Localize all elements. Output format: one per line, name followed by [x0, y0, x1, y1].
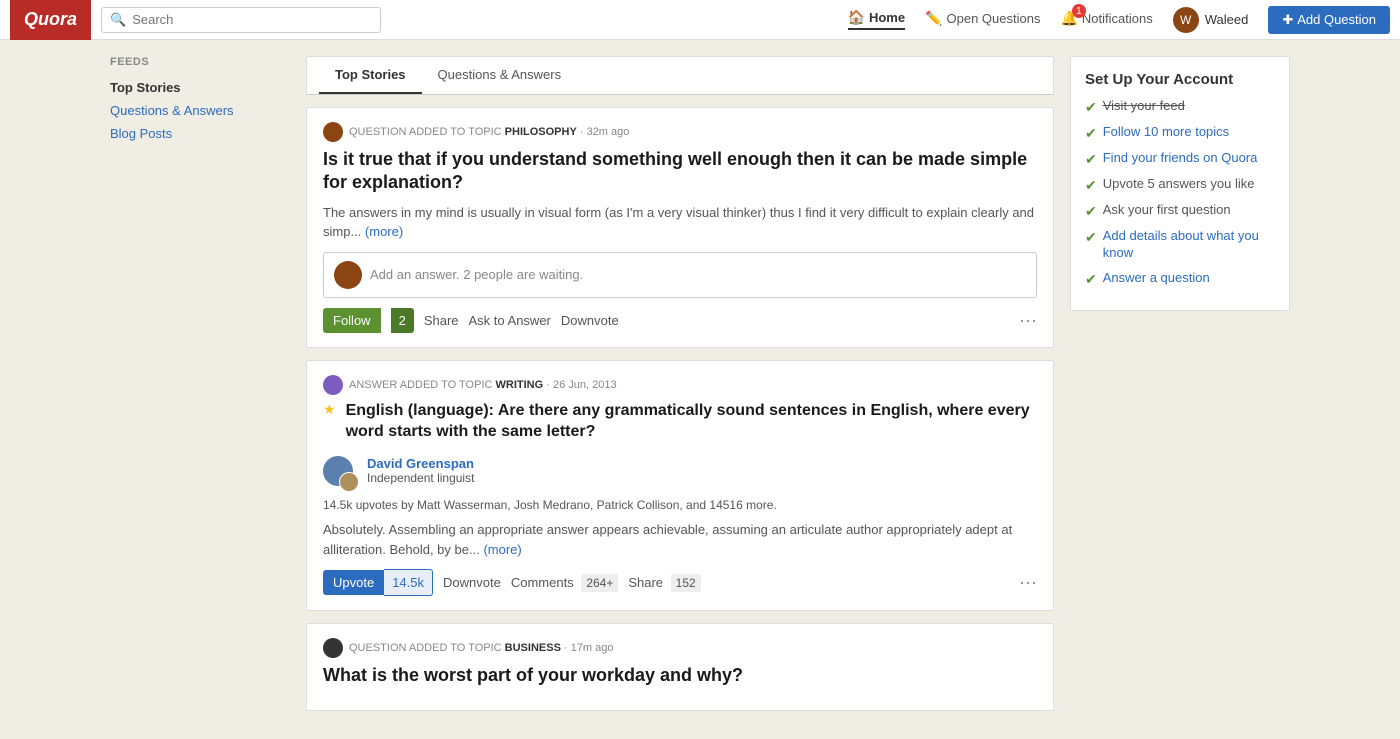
- star-icon: ★: [323, 401, 336, 418]
- user-menu[interactable]: W Waleed: [1173, 7, 1249, 33]
- comments-link-2[interactable]: Comments 264+: [511, 575, 619, 590]
- add-question-button[interactable]: ✚ Add Question: [1268, 6, 1390, 34]
- nav-notifications[interactable]: 🔔 1 Notifications: [1060, 10, 1152, 29]
- pencil-icon: ✏️: [925, 10, 942, 27]
- upvote-button-2[interactable]: Upvote: [323, 570, 384, 595]
- search-icon: 🔍: [110, 12, 126, 28]
- notification-badge: 1: [1072, 4, 1086, 18]
- answer-placeholder: Add an answer. 2 people are waiting.: [370, 267, 583, 282]
- account-item-label-4: Ask your first question: [1103, 202, 1231, 219]
- account-item-0: ✔ Visit your feed: [1085, 98, 1275, 116]
- post-card-2: ANSWER ADDED TO TOPIC WRITING · 26 Jun, …: [306, 360, 1054, 612]
- nav-home[interactable]: 🏠 Home: [848, 9, 906, 30]
- check-icon-2: ✔: [1085, 151, 1097, 168]
- post-avatar-1: [323, 122, 343, 142]
- navbar-links: 🏠 Home ✏️ Open Questions 🔔 1 Notificatio…: [848, 6, 1391, 34]
- upvote-group: Upvote 14.5k: [323, 569, 433, 596]
- ask-to-answer-link-1[interactable]: Ask to Answer: [469, 313, 551, 328]
- post-actions-2: Upvote 14.5k Downvote Comments 264+ Shar…: [323, 569, 1037, 596]
- post-meta-2: ANSWER ADDED TO TOPIC WRITING · 26 Jun, …: [323, 375, 1037, 395]
- post-actions-1: Follow 2 Share Ask to Answer Downvote ···: [323, 308, 1037, 333]
- more-options-2[interactable]: ···: [1019, 572, 1037, 593]
- answer-input-area[interactable]: Add an answer. 2 people are waiting.: [323, 252, 1037, 298]
- post-more-link-1[interactable]: (more): [365, 224, 403, 239]
- account-item-4[interactable]: ✔ Ask your first question: [1085, 202, 1275, 220]
- post-avatar-3: [323, 638, 343, 658]
- check-icon-5: ✔: [1085, 229, 1097, 246]
- post-title-3[interactable]: What is the worst part of your workday a…: [323, 664, 1037, 687]
- downvote-link-2[interactable]: Downvote: [443, 575, 501, 590]
- post-more-link-2[interactable]: (more): [483, 542, 521, 557]
- check-icon-0: ✔: [1085, 99, 1097, 116]
- account-item-label-5: Add details about what you know: [1103, 228, 1275, 262]
- account-item-label-2: Find your friends on Quora: [1103, 150, 1258, 167]
- search-input[interactable]: [132, 12, 372, 27]
- account-item-label-3: Upvote 5 answers you like: [1103, 176, 1255, 193]
- check-icon-6: ✔: [1085, 271, 1097, 288]
- plus-icon: ✚: [1282, 12, 1293, 28]
- more-options-1[interactable]: ···: [1019, 310, 1037, 331]
- navbar: Quora 🔍 🏠 Home ✏️ Open Questions 🔔 1 Not…: [0, 0, 1400, 40]
- post-excerpt-2: Absolutely. Assembling an appropriate an…: [323, 520, 1037, 559]
- post-card-1: QUESTION ADDED TO TOPIC PHILOSOPHY · 32m…: [306, 107, 1054, 348]
- feed: Top Stories Questions & Answers QUESTION…: [306, 56, 1054, 723]
- follow-button-1[interactable]: Follow: [323, 308, 381, 333]
- sidebar-item-blog-posts[interactable]: Blog Posts: [110, 122, 290, 145]
- account-item-2[interactable]: ✔ Find your friends on Quora: [1085, 150, 1275, 168]
- author-avatar-stack: [323, 456, 359, 492]
- share-link-2[interactable]: Share 152: [628, 575, 700, 590]
- sidebar: FEEDS Top Stories Questions & Answers Bl…: [110, 56, 290, 723]
- account-item-label-0: Visit your feed: [1103, 98, 1185, 115]
- upvote-count-2[interactable]: 14.5k: [384, 569, 433, 596]
- feed-tabs: Top Stories Questions & Answers: [306, 56, 1054, 95]
- home-icon: 🏠: [848, 9, 865, 26]
- check-icon-1: ✔: [1085, 125, 1097, 142]
- account-card-title: Set Up Your Account: [1085, 71, 1275, 88]
- author-name[interactable]: David Greenspan: [367, 456, 474, 471]
- account-item-5[interactable]: ✔ Add details about what you know: [1085, 228, 1275, 262]
- avatar: W: [1173, 7, 1199, 33]
- upvote-info: 14.5k upvotes by Matt Wasserman, Josh Me…: [323, 498, 1037, 512]
- share-link-1[interactable]: Share: [424, 313, 459, 328]
- account-item-6[interactable]: ✔ Answer a question: [1085, 270, 1275, 288]
- post-excerpt-1: The answers in my mind is usually in vis…: [323, 203, 1037, 242]
- right-sidebar: Set Up Your Account ✔ Visit your feed ✔ …: [1070, 56, 1290, 723]
- account-card: Set Up Your Account ✔ Visit your feed ✔ …: [1070, 56, 1290, 311]
- notifications-wrapper: 🔔 1: [1060, 10, 1077, 27]
- tab-top-stories[interactable]: Top Stories: [319, 57, 422, 94]
- account-item-1[interactable]: ✔ Follow 10 more topics: [1085, 124, 1275, 142]
- author-avatar-sec: [339, 472, 359, 492]
- account-item-label-6: Answer a question: [1103, 270, 1210, 287]
- follow-count-1[interactable]: 2: [391, 308, 414, 333]
- sidebar-item-questions-answers[interactable]: Questions & Answers: [110, 99, 290, 122]
- nav-open-questions[interactable]: ✏️ Open Questions: [925, 10, 1040, 29]
- check-icon-3: ✔: [1085, 177, 1097, 194]
- author-title: Independent linguist: [367, 471, 474, 485]
- post-avatar-2: [323, 375, 343, 395]
- answer-avatar: [334, 261, 362, 289]
- downvote-link-1[interactable]: Downvote: [561, 313, 619, 328]
- post-title-2[interactable]: English (language): Are there any gramma…: [346, 401, 1037, 443]
- post-card-3: QUESTION ADDED TO TOPIC BUSINESS · 17m a…: [306, 623, 1054, 710]
- author-info: David Greenspan Independent linguist: [323, 456, 1037, 492]
- post-title-1[interactable]: Is it true that if you understand someth…: [323, 148, 1037, 195]
- account-item-3[interactable]: ✔ Upvote 5 answers you like: [1085, 176, 1275, 194]
- search-bar[interactable]: 🔍: [101, 7, 381, 33]
- post-meta-3: QUESTION ADDED TO TOPIC BUSINESS · 17m a…: [323, 638, 1037, 658]
- post-meta-1: QUESTION ADDED TO TOPIC PHILOSOPHY · 32m…: [323, 122, 1037, 142]
- feeds-label: FEEDS: [110, 56, 290, 68]
- check-icon-4: ✔: [1085, 203, 1097, 220]
- page-wrapper: FEEDS Top Stories Questions & Answers Bl…: [100, 40, 1300, 739]
- account-item-label-1: Follow 10 more topics: [1103, 124, 1229, 141]
- tab-questions-answers[interactable]: Questions & Answers: [422, 57, 578, 94]
- sidebar-item-top-stories[interactable]: Top Stories: [110, 76, 290, 99]
- quora-logo[interactable]: Quora: [10, 0, 91, 40]
